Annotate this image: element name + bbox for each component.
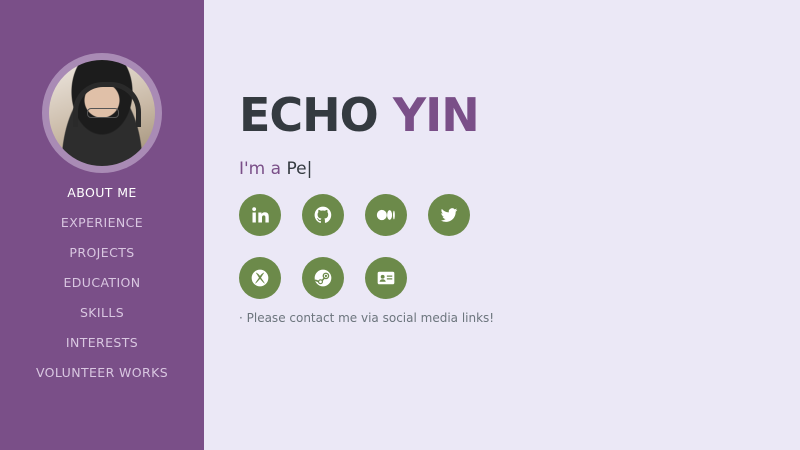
nav-item-volunteer-works[interactable]: VOLUNTEER WORKS [0, 363, 204, 393]
typed-subtitle: I'm a Pe| [239, 159, 312, 179]
social-links [239, 194, 499, 320]
linkedin-icon [252, 207, 269, 223]
github-button[interactable] [302, 194, 344, 236]
medium-button[interactable] [365, 194, 407, 236]
last-name: YIN [392, 88, 480, 142]
nav-item-experience[interactable]: EXPERIENCE [0, 213, 204, 243]
first-name: ECHO [239, 88, 379, 142]
nav-item-about-me[interactable]: ABOUT ME [0, 183, 204, 213]
nav-item-projects[interactable]: PROJECTS [0, 243, 204, 273]
linkedin-button[interactable] [239, 194, 281, 236]
main-content: ECHO YIN I'm a Pe| · Please contact me v… [204, 0, 800, 450]
nav-item-skills[interactable]: SKILLS [0, 303, 204, 333]
contact-card-icon [377, 271, 395, 285]
contact-card-button[interactable] [365, 257, 407, 299]
twitter-button[interactable] [428, 194, 470, 236]
profile-photo [49, 60, 155, 166]
sidebar-nav: ABOUT ME EXPERIENCE PROJECTS EDUCATION S… [0, 183, 204, 393]
sidebar: ABOUT ME EXPERIENCE PROJECTS EDUCATION S… [0, 0, 204, 450]
typed-word: Pe [286, 159, 307, 179]
steam-icon [314, 269, 332, 287]
xbox-icon [251, 269, 269, 287]
steam-button[interactable] [302, 257, 344, 299]
nav-item-interests[interactable]: INTERESTS [0, 333, 204, 363]
nav-item-education[interactable]: EDUCATION [0, 273, 204, 303]
typed-prefix: I'm a [239, 159, 287, 179]
github-icon [314, 206, 332, 223]
typing-cursor: | [306, 159, 313, 179]
avatar [42, 53, 162, 173]
medium-icon [376, 209, 395, 221]
xbox-button[interactable] [239, 257, 281, 299]
twitter-icon [440, 208, 458, 222]
page-title: ECHO YIN [239, 88, 480, 142]
contact-note: · Please contact me via social media lin… [239, 311, 495, 325]
